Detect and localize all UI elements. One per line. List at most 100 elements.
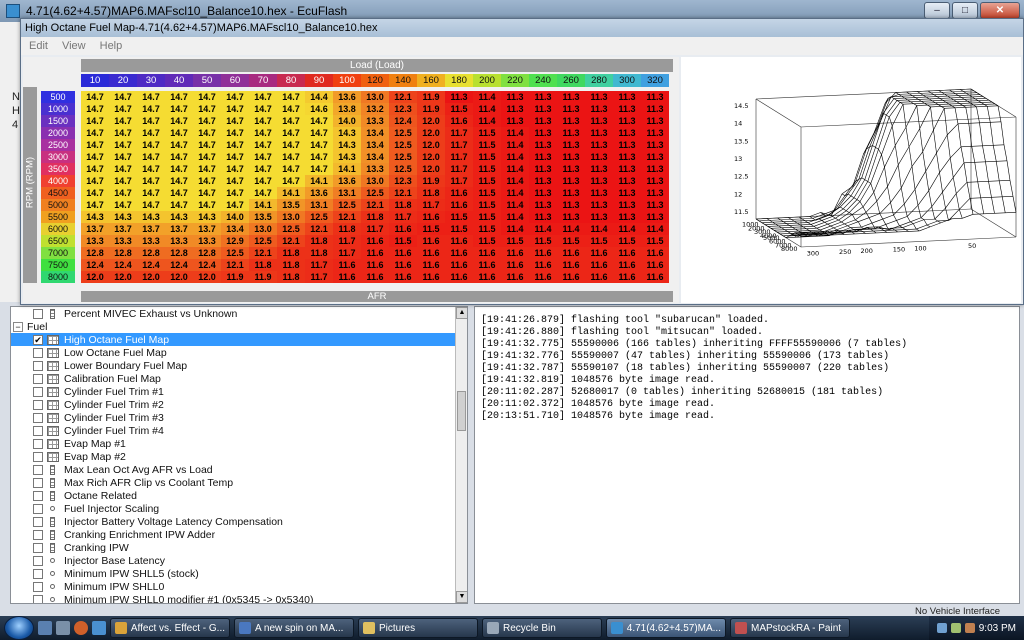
afr-cell[interactable]: 12.4 — [137, 259, 165, 271]
afr-cell[interactable]: 11.5 — [501, 235, 529, 247]
afr-cell[interactable]: 11.4 — [501, 151, 529, 163]
map-titlebar[interactable]: High Octane Fuel Map-4.71(4.62+4.57)MAP6… — [21, 19, 1023, 37]
afr-cell[interactable]: 14.4 — [305, 91, 333, 103]
afr-cell[interactable]: 12.0 — [417, 151, 445, 163]
afr-cell[interactable]: 14.7 — [109, 187, 137, 199]
tree-scrollbar[interactable]: ▲ ▼ — [455, 307, 467, 603]
volume-icon[interactable] — [950, 623, 961, 633]
afr-cell[interactable]: 11.6 — [641, 247, 669, 259]
afr-cell[interactable]: 11.3 — [585, 163, 613, 175]
afr-cell[interactable]: 11.6 — [417, 235, 445, 247]
tree-item[interactable]: Calibration Fuel Map — [11, 372, 467, 385]
afr-cell[interactable]: 12.1 — [389, 187, 417, 199]
afr-cell[interactable]: 11.5 — [445, 223, 473, 235]
afr-cell[interactable]: 13.7 — [165, 223, 193, 235]
afr-cell[interactable]: 11.4 — [641, 223, 669, 235]
afr-cell[interactable]: 11.5 — [473, 235, 501, 247]
afr-cell[interactable]: 14.7 — [109, 175, 137, 187]
tree-item-checkbox[interactable] — [33, 594, 43, 603]
tree-item[interactable]: Minimum IPW SHLL0 modifier #1 (0x5345 ->… — [11, 593, 467, 603]
afr-cell[interactable]: 11.6 — [501, 247, 529, 259]
afr-cell[interactable]: 11.5 — [585, 235, 613, 247]
afr-cell[interactable]: 12.5 — [361, 187, 389, 199]
afr-cell[interactable]: 14.3 — [165, 211, 193, 223]
afr-cell[interactable]: 11.3 — [557, 151, 585, 163]
afr-cell[interactable]: 11.3 — [613, 103, 641, 115]
afr-cell[interactable]: 11.6 — [585, 247, 613, 259]
afr-cell[interactable]: 13.8 — [333, 103, 361, 115]
afr-cell[interactable]: 11.6 — [361, 247, 389, 259]
afr-cell[interactable]: 11.7 — [305, 271, 333, 283]
afr-cell[interactable]: 11.6 — [613, 271, 641, 283]
afr-cell[interactable]: 11.6 — [473, 247, 501, 259]
afr-cell[interactable]: 11.7 — [333, 247, 361, 259]
tree-item[interactable]: Octane Related — [11, 489, 467, 502]
tree-item-checkbox[interactable] — [33, 490, 43, 501]
afr-cell[interactable]: 11.5 — [473, 187, 501, 199]
afr-cell[interactable]: 11.3 — [641, 103, 669, 115]
afr-cell[interactable]: 11.3 — [529, 151, 557, 163]
afr-cell[interactable]: 14.7 — [137, 103, 165, 115]
menu-view[interactable]: View — [62, 40, 86, 52]
afr-cell[interactable]: 13.4 — [361, 127, 389, 139]
afr-cell[interactable]: 11.3 — [613, 151, 641, 163]
afr-cell[interactable]: 14.3 — [333, 139, 361, 151]
afr-cell[interactable]: 12.5 — [305, 211, 333, 223]
afr-cell[interactable]: 12.0 — [165, 271, 193, 283]
tree-item[interactable]: Cylinder Fuel Trim #3 — [11, 411, 467, 424]
afr-cell[interactable]: 13.6 — [333, 91, 361, 103]
afr-cell[interactable]: 12.3 — [389, 175, 417, 187]
afr-cell[interactable]: 13.7 — [109, 223, 137, 235]
afr-cell[interactable]: 13.1 — [305, 199, 333, 211]
afr-cell[interactable]: 14.7 — [81, 115, 109, 127]
network-icon[interactable] — [936, 623, 947, 633]
afr-cell[interactable]: 14.7 — [277, 103, 305, 115]
afr-cell[interactable]: 11.7 — [445, 151, 473, 163]
afr-cell[interactable]: 13.3 — [361, 115, 389, 127]
afr-cell[interactable]: 11.9 — [417, 175, 445, 187]
afr-cell[interactable]: 11.8 — [333, 223, 361, 235]
afr-cell[interactable]: 11.6 — [417, 271, 445, 283]
afr-cell[interactable]: 14.6 — [305, 103, 333, 115]
afr-cell[interactable]: 14.3 — [109, 211, 137, 223]
afr-cell[interactable]: 11.7 — [445, 127, 473, 139]
tree-item-checkbox[interactable] — [33, 477, 43, 488]
afr-cell[interactable]: 14.7 — [221, 151, 249, 163]
afr-cell[interactable]: 11.3 — [613, 139, 641, 151]
afr-cell[interactable]: 11.3 — [529, 199, 557, 211]
tree-item[interactable]: ✔ High Octane Fuel Map — [11, 333, 467, 346]
taskbar-button[interactable]: A new spin on MA... — [234, 618, 354, 638]
afr-cell[interactable]: 12.4 — [165, 259, 193, 271]
afr-cell[interactable]: 11.5 — [473, 223, 501, 235]
afr-cell[interactable]: 11.3 — [529, 211, 557, 223]
scroll-thumb[interactable] — [457, 391, 466, 431]
afr-cell[interactable]: 14.7 — [109, 199, 137, 211]
afr-cell[interactable]: 11.5 — [445, 211, 473, 223]
afr-cell[interactable]: 11.4 — [501, 187, 529, 199]
afr-cell[interactable]: 12.0 — [81, 271, 109, 283]
afr-cell[interactable]: 14.7 — [165, 115, 193, 127]
close-button[interactable]: ✕ — [980, 2, 1020, 19]
afr-cell[interactable]: 11.3 — [557, 175, 585, 187]
afr-cell[interactable]: 11.6 — [641, 271, 669, 283]
afr-cell[interactable]: 11.3 — [613, 115, 641, 127]
afr-cell[interactable]: 12.4 — [389, 115, 417, 127]
tree-item-checkbox[interactable] — [33, 308, 43, 319]
afr-cell[interactable]: 11.6 — [585, 259, 613, 271]
afr-cell[interactable]: 11.5 — [613, 235, 641, 247]
afr-cell[interactable]: 12.0 — [417, 139, 445, 151]
afr-cell[interactable]: 11.6 — [557, 247, 585, 259]
afr-cell[interactable]: 12.0 — [417, 127, 445, 139]
afr-cell[interactable]: 11.6 — [613, 247, 641, 259]
afr-cell[interactable]: 12.8 — [165, 247, 193, 259]
afr-cell[interactable]: 11.6 — [557, 259, 585, 271]
afr-cell[interactable]: 11.6 — [333, 259, 361, 271]
afr-cell[interactable]: 14.7 — [81, 163, 109, 175]
afr-cell[interactable]: 11.4 — [501, 211, 529, 223]
afr-cell[interactable]: 14.7 — [165, 199, 193, 211]
afr-cell[interactable]: 11.8 — [417, 187, 445, 199]
afr-cell[interactable]: 11.3 — [557, 127, 585, 139]
afr-cell[interactable]: 14.7 — [249, 115, 277, 127]
afr-cell[interactable]: 11.8 — [389, 199, 417, 211]
afr-cell[interactable]: 11.3 — [641, 175, 669, 187]
